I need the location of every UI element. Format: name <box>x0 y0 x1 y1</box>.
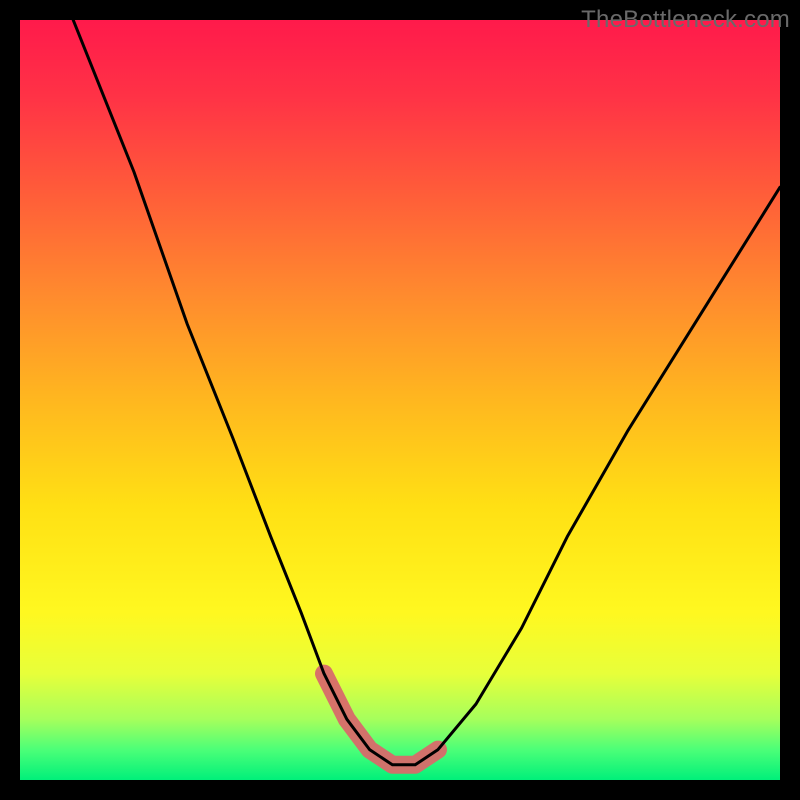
ideal-zone-highlight <box>324 674 438 765</box>
attribution-label: TheBottleneck.com <box>581 6 790 34</box>
chart-stage: TheBottleneck.com <box>0 0 800 800</box>
bottleneck-curve <box>73 20 780 765</box>
plot-area <box>20 20 780 780</box>
chart-svg <box>20 20 780 780</box>
